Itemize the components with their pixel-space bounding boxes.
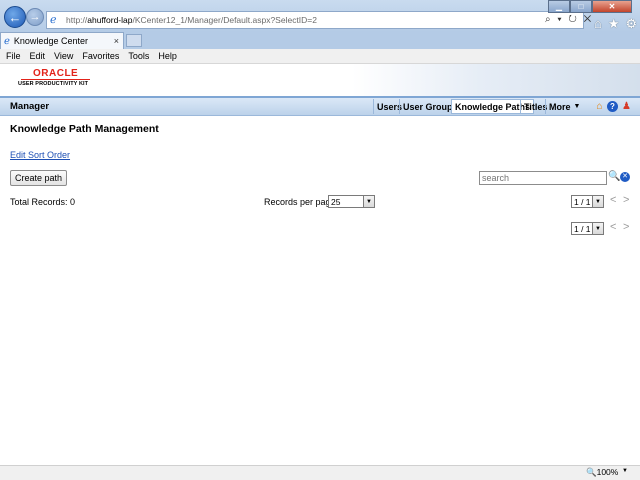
next-page-icon[interactable]: > xyxy=(623,194,629,206)
menu-file[interactable]: File xyxy=(6,51,21,61)
records-per-page-select[interactable]: 25 ▼ xyxy=(328,195,375,208)
page-title: Knowledge Path Management xyxy=(10,123,159,135)
menu-edit[interactable]: Edit xyxy=(30,51,46,61)
status-bar xyxy=(0,465,640,480)
nav-more[interactable]: More ▼ xyxy=(545,99,583,114)
forward-arrow-icon[interactable]: → xyxy=(26,8,44,26)
records-per-page-label: Records per page: xyxy=(264,197,339,207)
browser-toolbar-icons: ⌂★⚙ xyxy=(594,16,640,32)
address-bar[interactable]: ℯ http://ahufford-lap/KCenter12_1/Manage… xyxy=(46,11,584,29)
edit-sort-order-link[interactable]: Edit Sort Order xyxy=(10,150,70,160)
back-arrow-icon[interactable]: ← xyxy=(4,6,26,28)
favorites-star-icon[interactable]: ★ xyxy=(608,16,626,31)
help-icon[interactable]: ? xyxy=(607,101,618,112)
settings-gear-icon[interactable]: ⚙ xyxy=(626,16,640,31)
ie-tab-icon: ℯ xyxy=(4,35,10,47)
home-icon[interactable]: ⌂ xyxy=(594,101,605,112)
address-tools-icons[interactable]: ⌕ ▾ ↻ ✕ xyxy=(545,14,593,25)
home-browser-icon[interactable]: ⌂ xyxy=(594,16,608,31)
upk-logo-text: USER PRODUCTIVITY KIT xyxy=(18,81,89,87)
dropdown-arrow-icon: ▼ xyxy=(592,223,603,234)
nav-more-label: More xyxy=(549,101,571,112)
tab-title: Knowledge Center xyxy=(13,36,88,46)
clear-search-icon[interactable]: ✕ xyxy=(620,172,630,182)
minimize-icon[interactable]: ▁ xyxy=(548,0,570,13)
zoom-level[interactable]: 🔍100% xyxy=(586,467,618,478)
total-records: Total Records: 0 xyxy=(10,197,76,207)
logo-divider xyxy=(21,79,90,80)
page-select-bottom[interactable]: 1 / 1 ▼ xyxy=(571,222,604,235)
caret-down-icon: ▼ xyxy=(573,103,581,110)
create-path-button[interactable]: Create path xyxy=(10,170,67,186)
oracle-logo: ORACLE xyxy=(33,68,79,79)
search-icon[interactable]: 🔍 xyxy=(608,171,620,182)
address-url: http://ahufford-lap/KCenter12_1/Manager/… xyxy=(66,15,317,25)
maximize-icon[interactable]: □ xyxy=(570,0,592,13)
menu-view[interactable]: View xyxy=(54,51,73,61)
section-title: Manager xyxy=(10,101,50,112)
prev-page-icon[interactable]: < xyxy=(610,194,616,206)
close-window-icon[interactable]: ✕ xyxy=(592,0,632,13)
records-per-page-value: 25 xyxy=(331,196,341,207)
zoom-value: 100% xyxy=(596,467,619,477)
zoom-caret-icon[interactable]: ▼ xyxy=(622,468,628,474)
dropdown-arrow-icon: ▼ xyxy=(592,196,603,207)
ie-page-icon: ℯ xyxy=(50,14,57,26)
menu-help[interactable]: Help xyxy=(158,51,177,61)
page-select-top[interactable]: 1 / 1 ▼ xyxy=(571,195,604,208)
menu-bar: File Edit View Favorites Tools Help xyxy=(0,49,640,64)
dropdown-arrow-icon: ▼ xyxy=(363,196,374,207)
search-input[interactable] xyxy=(479,171,607,185)
app-header xyxy=(0,64,640,96)
next-page-icon[interactable]: > xyxy=(623,221,629,233)
logout-person-icon[interactable]: ♟ xyxy=(621,101,632,112)
tab-close-icon[interactable]: × xyxy=(114,36,119,46)
new-tab-button[interactable] xyxy=(126,34,142,47)
page-select-value: 1 / 1 xyxy=(574,223,591,234)
prev-page-icon[interactable]: < xyxy=(610,221,616,233)
window-controls: ▁ □ ✕ xyxy=(548,0,632,13)
menu-tools[interactable]: Tools xyxy=(128,51,149,61)
browser-tab-knowledge-center[interactable]: ℯ Knowledge Center × xyxy=(0,32,124,49)
menu-favorites[interactable]: Favorites xyxy=(82,51,119,61)
page-select-value: 1 / 1 xyxy=(574,196,591,207)
